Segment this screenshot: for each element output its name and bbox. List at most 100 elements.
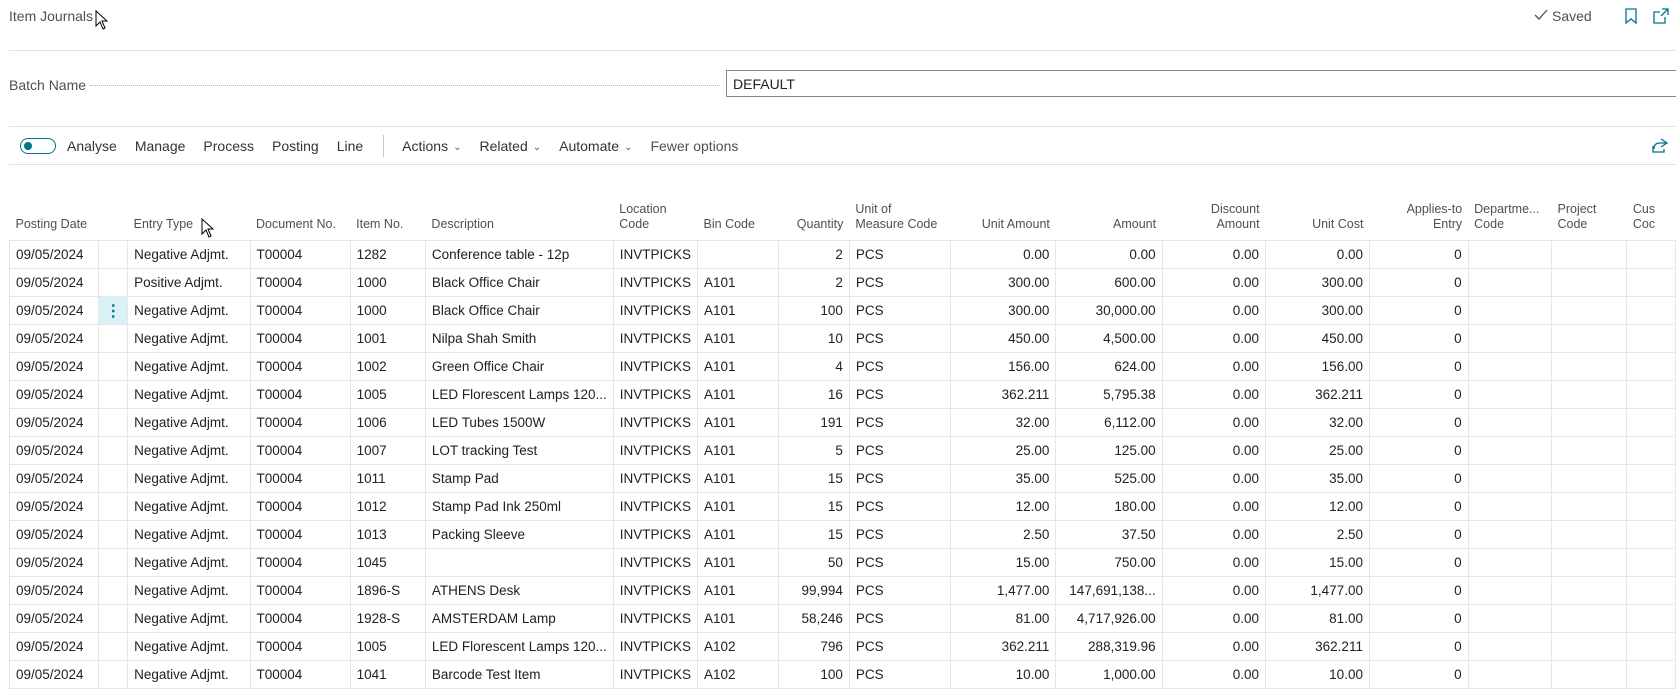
tab-posting[interactable]: Posting [272, 138, 319, 154]
cell-department-code[interactable] [1467, 576, 1553, 605]
cell-customer-code[interactable] [1626, 324, 1676, 353]
tab-line[interactable]: Line [337, 138, 363, 154]
cell-unit-cost[interactable]: 362.211 [1265, 632, 1370, 661]
cell-department-code[interactable] [1467, 380, 1553, 409]
cell-item-no[interactable]: 1007 [349, 436, 426, 465]
cell-amount[interactable]: 600.00 [1055, 268, 1163, 297]
cell-unit-cost[interactable]: 2.50 [1265, 520, 1370, 549]
cell-customer-code[interactable] [1626, 268, 1676, 297]
cell-quantity[interactable]: 15 [778, 492, 850, 521]
ellipsis-vertical-icon[interactable]: ⋮ [98, 296, 129, 325]
column-header-description[interactable]: Description [425, 190, 613, 241]
cell-amount[interactable]: 30,000.00 [1055, 296, 1163, 325]
cell-document-no[interactable]: T00004 [249, 324, 351, 353]
table-row[interactable]: 09/05/2024 Negative Adjmt. T00004 1012 Stamp… [8, 492, 1676, 521]
cell-unit-cost[interactable]: 25.00 [1265, 436, 1370, 465]
cell-quantity[interactable]: 58,246 [778, 604, 850, 633]
cell-applies-to-entry[interactable]: 0 [1368, 240, 1469, 269]
cell-applies-to-entry[interactable]: 0 [1368, 296, 1469, 325]
cell-amount[interactable]: 624.00 [1055, 352, 1163, 381]
cell-entry-type[interactable]: Negative Adjmt. [127, 660, 251, 689]
cell-project-code[interactable] [1550, 324, 1628, 353]
cell-unit-amount[interactable]: 81.00 [950, 604, 1057, 633]
cell-project-code[interactable] [1550, 352, 1628, 381]
cell-department-code[interactable] [1467, 632, 1553, 661]
cell-discount-amount[interactable]: 0.00 [1161, 408, 1267, 437]
table-row[interactable]: 09/05/2024 Negative Adjmt. T00004 1928-S AMS… [8, 604, 1676, 633]
toggle-switch-icon[interactable] [20, 138, 56, 154]
cell-quantity[interactable]: 4 [778, 352, 850, 381]
cell-quantity[interactable]: 191 [778, 408, 850, 437]
cell-amount[interactable]: 288,319.96 [1055, 632, 1163, 661]
cell-amount[interactable]: 125.00 [1055, 436, 1163, 465]
cell-document-no[interactable]: T00004 [249, 464, 351, 493]
column-header-department-code[interactable]: Departme... Code [1468, 190, 1551, 241]
cell-unit-cost[interactable]: 362.211 [1265, 380, 1370, 409]
cell-location-code[interactable]: INVTPICKS [612, 492, 699, 521]
cell-unit-of-measure-code[interactable]: PCS [848, 464, 952, 493]
cell-quantity[interactable]: 100 [778, 660, 850, 689]
cell-unit-of-measure-code[interactable]: PCS [848, 380, 952, 409]
cell-unit-cost[interactable]: 300.00 [1265, 296, 1370, 325]
cell-posting-date[interactable]: 09/05/2024 [8, 268, 100, 297]
cell-bin-code[interactable]: A101 [697, 492, 780, 521]
cell-unit-of-measure-code[interactable]: PCS [848, 576, 952, 605]
cell-department-code[interactable] [1467, 296, 1553, 325]
cell-amount[interactable]: 180.00 [1055, 492, 1163, 521]
column-header-document-no[interactable]: Document No. [250, 190, 350, 241]
cell-customer-code[interactable] [1626, 464, 1676, 493]
cell-description[interactable]: LOT tracking Test [424, 436, 614, 465]
cell-applies-to-entry[interactable]: 0 [1368, 660, 1469, 689]
cell-unit-cost[interactable]: 450.00 [1265, 324, 1370, 353]
cell-department-code[interactable] [1467, 268, 1553, 297]
cell-description[interactable]: Black Office Chair [424, 268, 614, 297]
table-row[interactable]: 09/05/2024 Negative Adjmt. T00004 1011 Stamp… [8, 464, 1676, 493]
cell-customer-code[interactable] [1626, 632, 1676, 661]
table-row[interactable]: 09/05/2024 Negative Adjmt. T00004 1001 Nilpa… [8, 324, 1676, 353]
cell-unit-of-measure-code[interactable]: PCS [848, 296, 952, 325]
row-menu-cell[interactable] [98, 632, 129, 661]
row-menu-cell[interactable] [98, 268, 129, 297]
cell-applies-to-entry[interactable]: 0 [1368, 520, 1469, 549]
cell-entry-type[interactable]: Negative Adjmt. [127, 520, 251, 549]
cell-project-code[interactable] [1550, 268, 1628, 297]
cell-quantity[interactable]: 15 [778, 520, 850, 549]
cell-item-no[interactable]: 1928-S [349, 604, 426, 633]
cell-project-code[interactable] [1550, 632, 1628, 661]
cell-applies-to-entry[interactable]: 0 [1368, 576, 1469, 605]
cell-item-no[interactable]: 1005 [349, 380, 426, 409]
table-row[interactable]: 09/05/2024 Negative Adjmt. T00004 1007 LOT t… [8, 436, 1676, 465]
cell-item-no[interactable]: 1041 [349, 660, 426, 689]
cell-discount-amount[interactable]: 0.00 [1161, 604, 1267, 633]
cell-item-no[interactable]: 1013 [349, 520, 426, 549]
cell-unit-of-measure-code[interactable]: PCS [848, 660, 952, 689]
bookmark-icon[interactable] [1621, 6, 1641, 26]
cell-department-code[interactable] [1467, 660, 1553, 689]
cell-entry-type[interactable]: Negative Adjmt. [127, 604, 251, 633]
cell-unit-cost[interactable]: 32.00 [1265, 408, 1370, 437]
cell-document-no[interactable]: T00004 [249, 268, 351, 297]
cell-description[interactable]: AMSTERDAM Lamp [424, 604, 614, 633]
cell-entry-type[interactable]: Negative Adjmt. [127, 296, 251, 325]
cell-discount-amount[interactable]: 0.00 [1161, 296, 1267, 325]
table-row[interactable]: 09/05/2024 Negative Adjmt. T00004 1045 INVTP… [8, 548, 1676, 577]
cell-customer-code[interactable] [1626, 436, 1676, 465]
cell-bin-code[interactable]: A101 [697, 436, 780, 465]
cell-unit-amount[interactable]: 2.50 [950, 520, 1057, 549]
row-menu-cell[interactable] [98, 380, 129, 409]
cell-document-no[interactable]: T00004 [249, 576, 351, 605]
cell-item-no[interactable]: 1000 [349, 268, 426, 297]
column-header-bin-code[interactable]: Bin Code [698, 190, 779, 241]
cell-item-no[interactable]: 1005 [349, 632, 426, 661]
table-row[interactable]: 09/05/2024 ⋮ Negative Adjmt. T00004 1000 Blac… [8, 296, 1676, 325]
cell-description[interactable]: ATHENS Desk [424, 576, 614, 605]
cell-unit-of-measure-code[interactable]: PCS [848, 324, 952, 353]
cell-amount[interactable]: 6,112.00 [1055, 408, 1163, 437]
cell-bin-code[interactable] [697, 240, 780, 269]
cell-posting-date[interactable]: 09/05/2024 [8, 660, 100, 689]
row-menu-cell[interactable] [98, 576, 129, 605]
cell-unit-cost[interactable]: 81.00 [1265, 604, 1370, 633]
cell-location-code[interactable]: INVTPICKS [612, 268, 699, 297]
cell-unit-amount[interactable]: 15.00 [950, 548, 1057, 577]
cell-discount-amount[interactable]: 0.00 [1161, 548, 1267, 577]
